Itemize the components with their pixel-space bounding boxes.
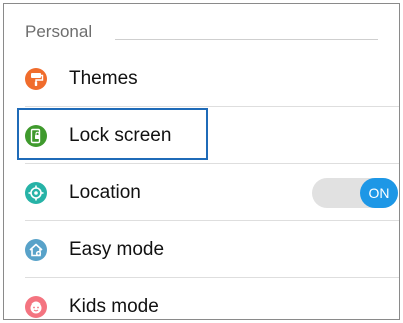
settings-panel: Personal Themes Lock screen Location ON …: [3, 3, 400, 320]
section-title: Personal: [25, 22, 93, 41]
settings-item-themes[interactable]: Themes: [4, 50, 399, 107]
home-icon: [25, 239, 47, 261]
settings-item-kids-mode[interactable]: Kids mode: [4, 278, 399, 319]
kids-face-icon: [25, 296, 47, 318]
settings-item-location[interactable]: Location ON: [4, 164, 399, 221]
settings-item-easy-mode[interactable]: Easy mode: [4, 221, 399, 278]
section-divider: [115, 39, 378, 40]
settings-item-label: Location: [69, 182, 141, 203]
paint-roller-icon: [25, 68, 47, 90]
settings-item-lock-screen[interactable]: Lock screen: [4, 107, 399, 164]
settings-item-label: Easy mode: [69, 239, 165, 260]
lock-screen-icon: [25, 125, 47, 147]
toggle-thumb: ON: [360, 178, 398, 208]
settings-item-label: Lock screen: [69, 125, 172, 146]
settings-item-label: Kids mode: [69, 296, 159, 317]
section-header-personal: Personal: [4, 4, 399, 50]
location-toggle[interactable]: ON: [312, 178, 398, 208]
location-crosshair-icon: [25, 182, 47, 204]
settings-item-label: Themes: [69, 68, 138, 89]
